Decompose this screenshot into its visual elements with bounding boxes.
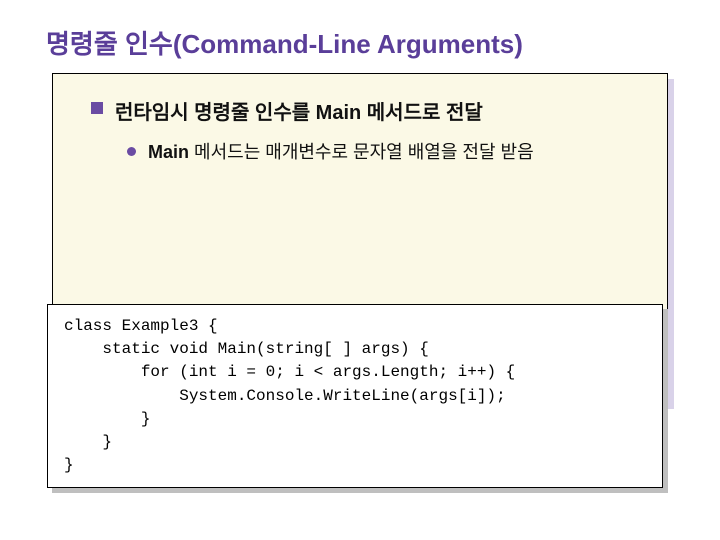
bullet-level2: Main 메서드는 매개변수로 문자열 배열을 전달 받음 [127, 139, 629, 166]
bullet-level1: 런타임시 명령줄 인수를 Main 메서드로 전달 [91, 96, 629, 125]
dot-bullet-icon [127, 147, 136, 156]
bullet-level2-bold: Main [148, 142, 189, 162]
slide-title: 명령줄 인수(Command-Line Arguments) [46, 24, 680, 61]
bullet-level2-text: Main 메서드는 매개변수로 문자열 배열을 전달 받음 [148, 139, 534, 166]
bullet-level1-text: 런타임시 명령줄 인수를 Main 메서드로 전달 [115, 96, 483, 125]
square-bullet-icon [91, 102, 103, 114]
code-block: class Example3 { static void Main(string… [47, 304, 663, 488]
slide: 명령줄 인수(Command-Line Arguments) 런타임시 명령줄 … [0, 0, 720, 540]
code-shadow: class Example3 { static void Main(string… [52, 309, 668, 493]
bullet-level2-rest: 메서드는 매개변수로 문자열 배열을 전달 받음 [189, 142, 534, 162]
